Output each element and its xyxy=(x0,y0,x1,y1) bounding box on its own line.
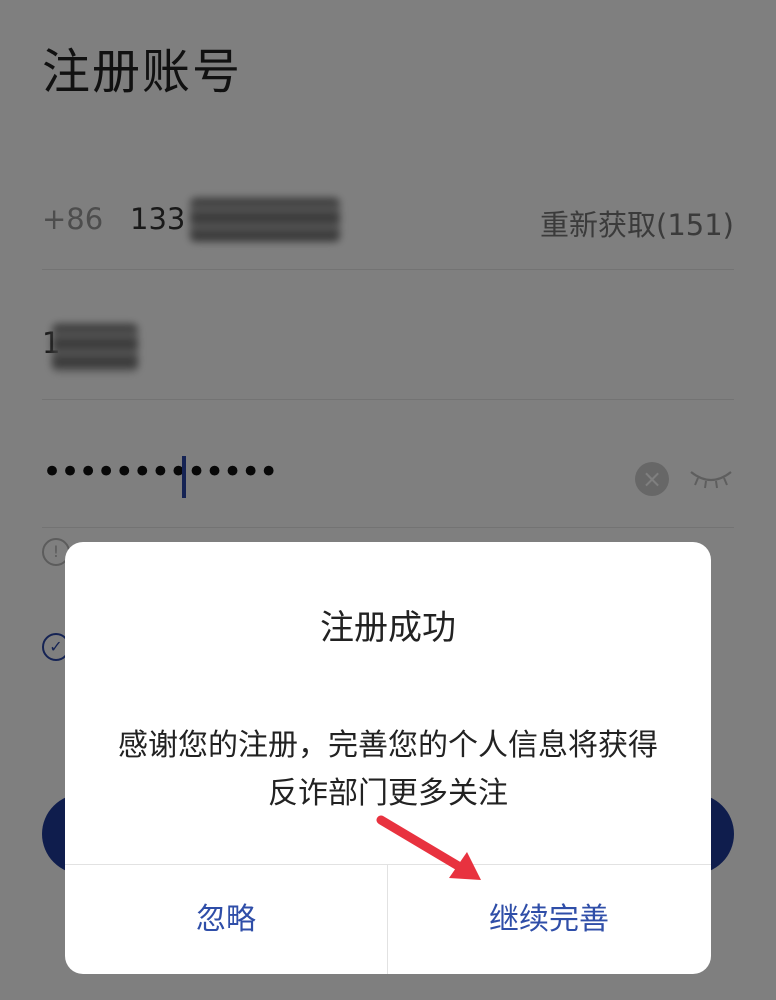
dialog-message: 感谢您的注册，完善您的个人信息将获得反诈部门更多关注 xyxy=(118,728,658,811)
register-success-dialog: 注册成功 感谢您的注册，完善您的个人信息将获得反诈部门更多关注 忽略 继续完善 xyxy=(65,542,711,974)
dialog-title: 注册成功 xyxy=(320,608,456,648)
ignore-button[interactable]: 忽略 xyxy=(65,865,387,974)
red-arrow-annotation xyxy=(376,815,481,880)
